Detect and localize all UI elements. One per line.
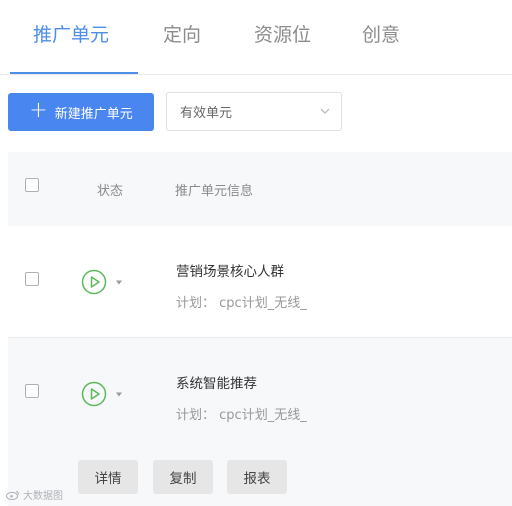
play-status-icon[interactable] xyxy=(81,381,107,407)
details-button[interactable]: 详情 xyxy=(78,460,138,494)
promotion-unit-table: 状态 推广单元信息 营销场景核心人群 计划： cpc计划_无线_ 系统智能推荐 … xyxy=(8,152,512,506)
chevron-down-icon xyxy=(320,108,330,114)
row-actions-bar: 详情 复制 报表 xyxy=(8,446,512,506)
tab-promotion-unit[interactable]: 推广单元 xyxy=(33,20,109,47)
table-row: 营销场景核心人群 计划： cpc计划_无线_ xyxy=(8,226,512,334)
watermark: 大数据图 xyxy=(6,487,63,502)
row-checkbox[interactable] xyxy=(25,384,39,398)
tab-bar: 推广单元 定向 资源位 创意 xyxy=(0,0,512,75)
status-dropdown-caret-icon[interactable] xyxy=(115,392,123,397)
unit-status-filter-select[interactable]: 有效单元 xyxy=(166,92,342,131)
plan-label: 计划： xyxy=(176,296,216,311)
row-checkbox[interactable] xyxy=(25,272,39,286)
report-button[interactable]: 报表 xyxy=(227,460,287,494)
watermark-text: 大数据图 xyxy=(23,491,63,502)
status-column-header: 状态 xyxy=(97,184,124,199)
plan-value: cpc计划_无线_ xyxy=(219,296,307,311)
plus-icon: + xyxy=(29,98,48,123)
unit-plan-info: 计划： cpc计划_无线_ xyxy=(176,292,307,311)
active-tab-indicator xyxy=(10,72,138,74)
select-all-checkbox[interactable] xyxy=(25,178,39,192)
table-row: 系统智能推荐 计划： cpc计划_无线_ xyxy=(8,337,512,446)
unit-plan-info: 计划： cpc计划_无线_ xyxy=(176,404,307,423)
play-status-icon[interactable] xyxy=(81,269,107,295)
new-promotion-unit-button[interactable]: + 新建推广单元 xyxy=(8,93,154,131)
weibo-logo-icon xyxy=(6,490,19,500)
tab-targeting[interactable]: 定向 xyxy=(163,20,201,47)
copy-button[interactable]: 复制 xyxy=(153,460,213,494)
new-promotion-unit-label: 新建推广单元 xyxy=(54,106,133,122)
status-dropdown-caret-icon[interactable] xyxy=(115,280,123,285)
info-column-header: 推广单元信息 xyxy=(175,184,254,199)
table-header: 状态 推广单元信息 xyxy=(8,152,512,226)
filter-selected-value: 有效单元 xyxy=(180,106,233,121)
plan-label: 计划： xyxy=(176,408,216,423)
plan-value: cpc计划_无线_ xyxy=(219,408,307,423)
tab-creative[interactable]: 创意 xyxy=(362,20,400,47)
unit-name-link[interactable]: 营销场景核心人群 xyxy=(176,260,284,280)
unit-name-link[interactable]: 系统智能推荐 xyxy=(176,372,257,392)
tab-resource-slot[interactable]: 资源位 xyxy=(254,20,311,47)
